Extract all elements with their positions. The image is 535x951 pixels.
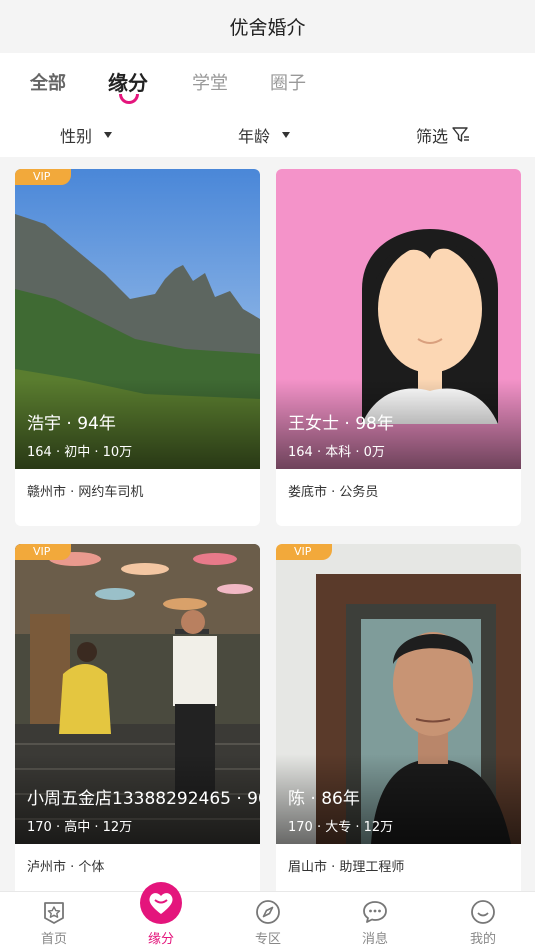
profile-stats: 164 · 初中 · 10万 [27,445,133,460]
screen-filter-button[interactable]: 筛选 [416,123,470,147]
screen-filter-label: 筛选 [416,127,449,146]
nav-messages-label: 消息 [361,932,388,947]
profile-name: 小周五金店13388292465 · 90 [27,789,260,809]
profile-name: 王女士 · 98年 [288,414,394,434]
filter-bar: 性别 年龄 筛选 [0,113,535,153]
caret-down-icon [104,132,113,138]
chat-bubble-icon [363,901,387,923]
profile-location: 泸州市 · 个体 [27,860,105,875]
age-filter[interactable]: 年龄 [238,123,291,147]
nav-messages[interactable]: 消息 [335,892,415,951]
profile-name: 陈 · 86年 [288,789,360,809]
profile-location: 赣州市 · 网约车司机 [27,485,144,500]
profile-location: 眉山市 · 助理工程师 [288,860,405,875]
tab-fate[interactable]: 缘分 [108,67,148,96]
profile-card[interactable]: VIP 浩宇 · 94年 164 · 初中 · 10万 赣州市 · 网约车司机 [15,169,260,526]
profile-name: 浩宇 · 94年 [27,414,116,434]
app-title: 优舍婚介 [0,0,535,53]
nav-mine-label: 我的 [469,932,496,947]
gender-filter[interactable]: 性别 [60,123,113,147]
funnel-icon [452,127,470,142]
nav-mine[interactable]: 我的 [443,892,523,951]
profile-card[interactable]: VIP 陈 · 86年 170 · 大专 · 12万 眉山市 · 助理工程师 [276,544,521,901]
nav-fate[interactable]: 缘分 [121,882,201,951]
star-badge-icon [44,902,64,924]
age-filter-label: 年龄 [238,127,271,146]
vip-badge: VIP [15,544,71,560]
bottom-tab-bar: 首页 缘分 专区 消息 我的 [0,882,535,951]
smile-face-icon [471,900,495,924]
profile-stats: 170 · 高中 · 12万 [27,820,133,835]
profile-card[interactable]: 王女士 · 98年 164 · 本科 · 0万 娄底市 · 公务员 [276,169,521,526]
top-panel: 全部 缘分 学堂 圈子 性别 年龄 筛选 [0,53,535,157]
active-tab-indicator [119,94,139,104]
compass-icon [256,900,280,924]
profile-location: 娄底市 · 公务员 [288,485,379,500]
nav-home-label: 首页 [40,932,67,947]
category-tabs: 全部 缘分 学堂 圈子 [0,53,535,109]
nav-zone[interactable]: 专区 [228,892,308,951]
nav-zone-label: 专区 [254,932,281,947]
gender-filter-label: 性别 [60,127,93,146]
profile-stats: 164 · 本科 · 0万 [288,445,385,460]
tab-circle[interactable]: 圈子 [270,69,306,95]
heart-icon [140,882,182,924]
nav-home[interactable]: 首页 [14,892,94,951]
profile-stats: 170 · 大专 · 12万 [288,820,394,835]
tab-all[interactable]: 全部 [30,69,66,95]
vip-badge: VIP [276,544,332,560]
vip-badge: VIP [15,169,71,185]
caret-down-icon [282,132,291,138]
profile-card[interactable]: VIP 小周五金店13388292465 · 90 170 · 高中 · 12万… [15,544,260,901]
tab-school[interactable]: 学堂 [192,69,228,95]
nav-fate-label: 缘分 [147,932,174,947]
